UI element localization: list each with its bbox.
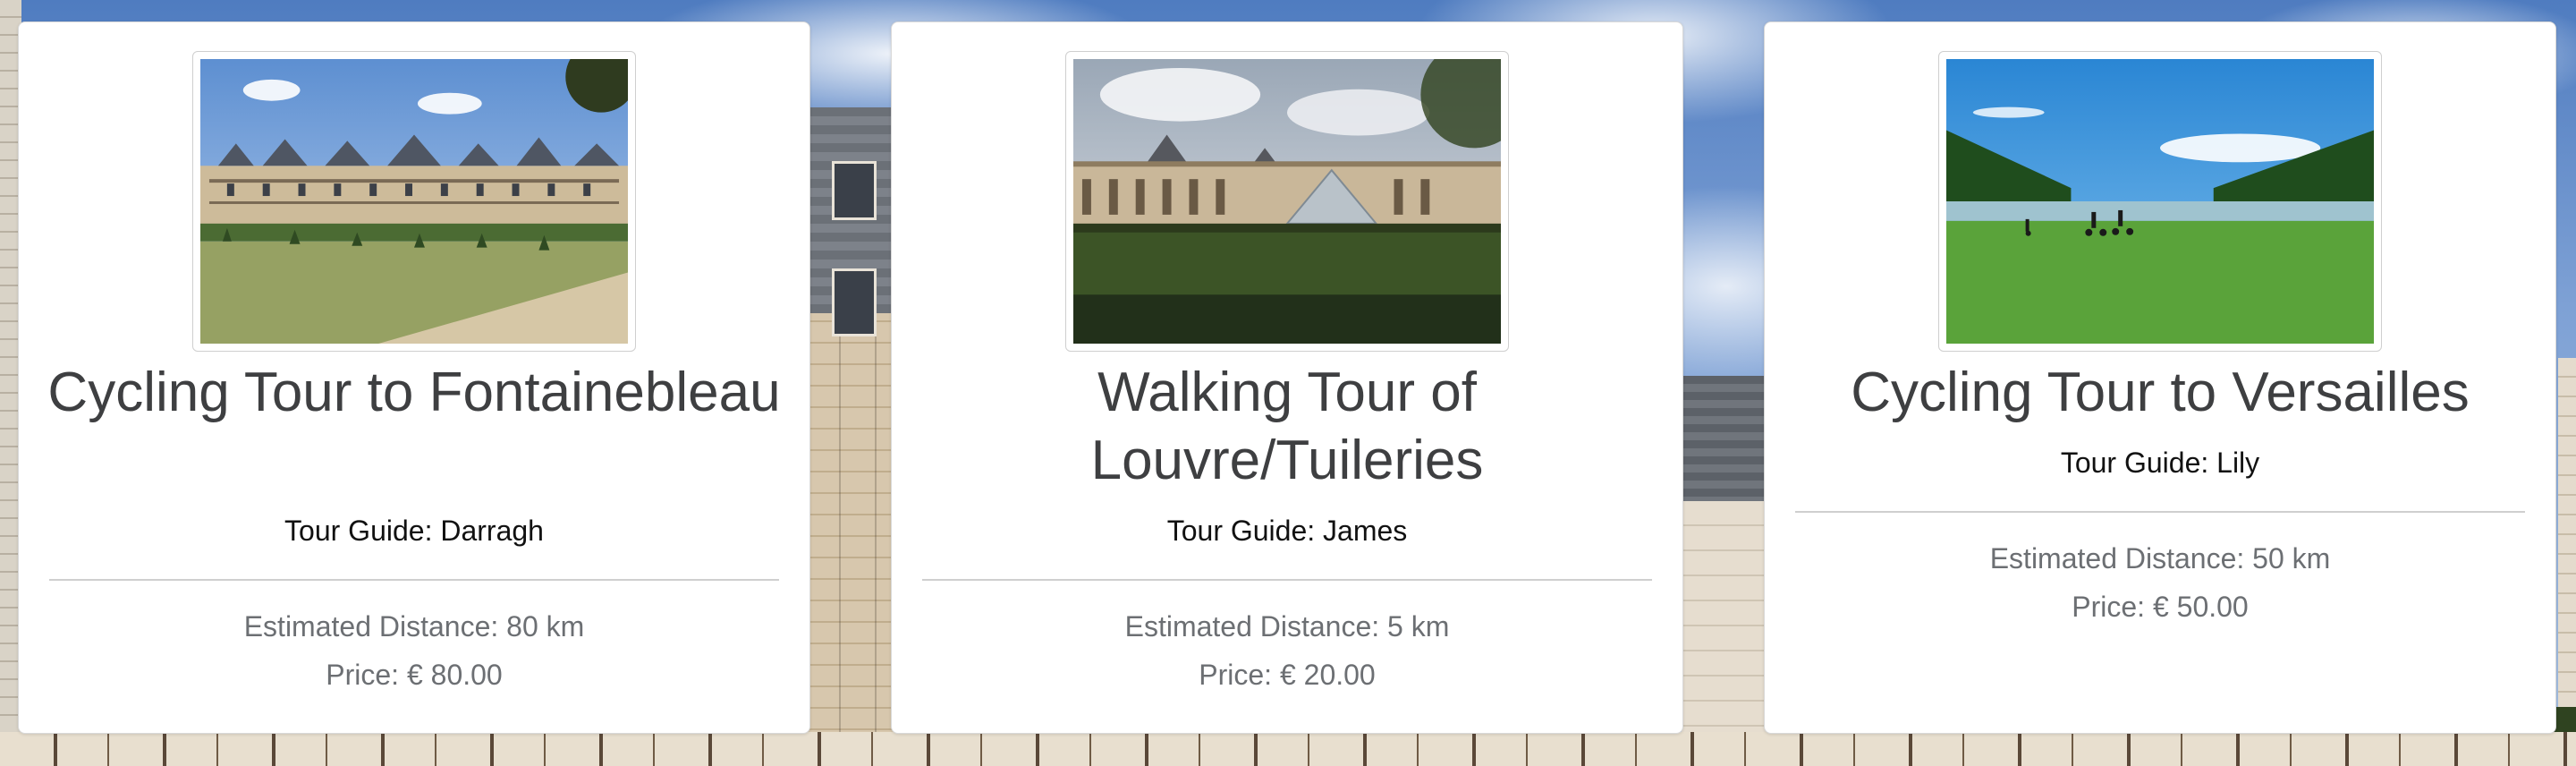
tour-price: Price: € 50.00 bbox=[2072, 591, 2249, 623]
tour-image-frame bbox=[192, 51, 636, 352]
tour-image[interactable] bbox=[200, 59, 628, 344]
tour-card[interactable]: Cycling Tour to Fontainebleau Tour Guide… bbox=[18, 21, 810, 734]
tour-guide: Tour Guide: Lily bbox=[2060, 447, 2260, 479]
tour-price: Price: € 20.00 bbox=[1199, 659, 1376, 691]
tour-guide: Tour Guide: Darragh bbox=[284, 515, 544, 547]
tour-image[interactable] bbox=[1946, 59, 2374, 344]
divider bbox=[922, 579, 1652, 581]
tour-price: Price: € 80.00 bbox=[326, 659, 503, 691]
tour-image[interactable] bbox=[1073, 59, 1501, 344]
tour-guide: Tour Guide: James bbox=[1166, 515, 1408, 547]
tour-title: Walking Tour of Louvre/Tuileries bbox=[1090, 362, 1484, 491]
tour-distance: Estimated Distance: 80 km bbox=[243, 610, 585, 643]
tour-title: Cycling Tour to Versailles bbox=[1851, 362, 2470, 423]
tour-card[interactable]: Cycling Tour to Versailles Tour Guide: L… bbox=[1764, 21, 2556, 734]
tour-image-frame bbox=[1938, 51, 2382, 352]
tour-card[interactable]: Walking Tour of Louvre/Tuileries Tour Gu… bbox=[891, 21, 1683, 734]
tour-title: Cycling Tour to Fontainebleau bbox=[47, 362, 781, 423]
divider bbox=[1795, 511, 2525, 513]
divider bbox=[49, 579, 779, 581]
tour-card-list: Cycling Tour to Fontainebleau Tour Guide… bbox=[0, 0, 2576, 766]
tour-image-frame bbox=[1065, 51, 1509, 352]
tour-distance: Estimated Distance: 50 km bbox=[1989, 542, 2331, 574]
tour-distance: Estimated Distance: 5 km bbox=[1124, 610, 1450, 643]
